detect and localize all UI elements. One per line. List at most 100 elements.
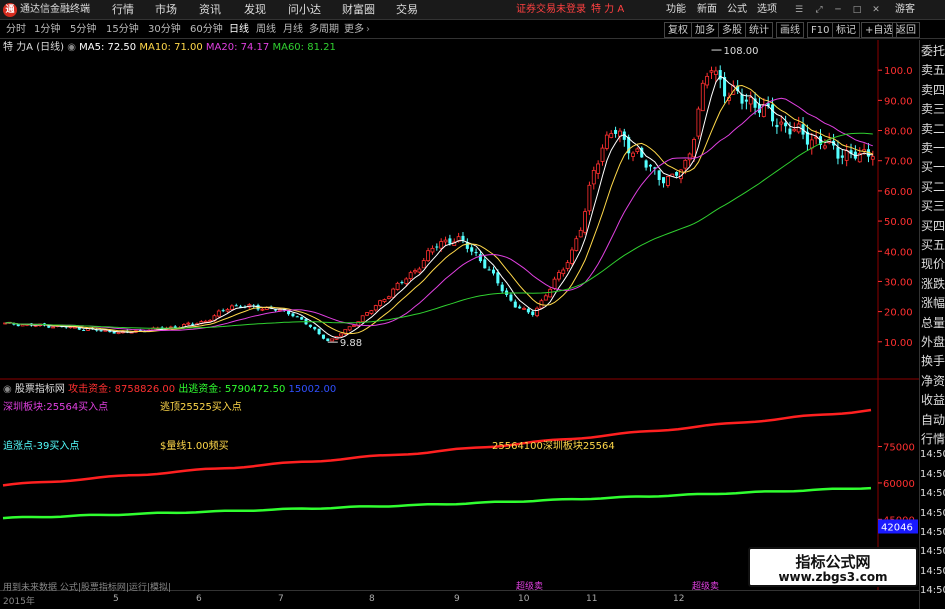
side-panel-item[interactable]: 自动 (920, 411, 945, 428)
side-panel-item[interactable]: 买二 (920, 178, 945, 195)
side-panel-item[interactable]: 现价 (920, 255, 945, 272)
menu-functions[interactable]: 功能 (666, 0, 686, 20)
app-logo-icon: 通 (3, 3, 17, 17)
side-panel-item[interactable]: 外盘 (920, 333, 945, 350)
side-panel-item[interactable]: 14:50 (920, 449, 945, 460)
side-panel-item[interactable]: 14:50 (920, 566, 945, 577)
period-5min[interactable]: 5分钟 (70, 21, 96, 39)
candle-body (360, 315, 365, 323)
side-panel-item[interactable]: 委托 (920, 42, 945, 59)
menu-formula[interactable]: 公式 (727, 0, 747, 20)
candle-body (840, 155, 844, 158)
menu-news[interactable]: 资讯 (199, 0, 221, 20)
menu-wealth-circle[interactable]: 财富圈 (342, 0, 375, 20)
candle-body (518, 306, 522, 309)
candle-body (692, 139, 696, 158)
side-panel-item[interactable]: 换手 (920, 352, 945, 369)
side-panel-item[interactable]: 14:50 (920, 546, 945, 557)
menu-ask-xiaoda[interactable]: 问小达 (288, 0, 321, 20)
period-daily[interactable]: 日线 (229, 21, 249, 39)
candle-body (208, 320, 213, 322)
side-panel-item[interactable]: 卖五 (920, 61, 945, 78)
close-icon[interactable]: ✕ (870, 4, 882, 16)
side-panel-item[interactable]: 14:50 (920, 527, 945, 538)
menu-list-icon[interactable]: ☰ (793, 4, 805, 16)
candle-body (478, 254, 482, 262)
legend-stock-name: 特 力A (3, 42, 34, 53)
candle-body (317, 328, 321, 335)
candle-body (487, 269, 491, 271)
candle-body (548, 288, 553, 298)
candlestick-chart[interactable]: 100.0 90.00 80.00 70.00 60.00 50.00 40.00 30.00… (0, 40, 919, 380)
candle-body (448, 238, 452, 244)
candle-body (461, 235, 465, 241)
period-more[interactable]: 更多 (344, 21, 364, 39)
side-panel-item[interactable]: 14:50 (920, 488, 945, 499)
menu-bar: 通 通达信金融终端 行情 市场 资讯 发现 问小达 财富圈 交易 证券交易未登录… (0, 0, 945, 20)
candle-body (600, 147, 605, 162)
timeline-label-8: 8 (369, 594, 375, 604)
side-panel-item[interactable]: 收益 (920, 391, 945, 408)
period-monthly[interactable]: 月线 (283, 21, 303, 39)
menu-market-quotes[interactable]: 行情 (112, 0, 134, 20)
f10-button[interactable]: F10 (807, 22, 834, 38)
site-watermark: 指标公式网 www.zbgs3.com (748, 547, 918, 587)
fullscreen-icon[interactable]: ⤢ (813, 4, 825, 16)
side-panel-item[interactable]: 买四 (920, 217, 945, 234)
menu-market[interactable]: 市场 (155, 0, 177, 20)
statistics-button[interactable]: 统计 (745, 22, 773, 38)
side-panel-item[interactable]: 买三 (920, 197, 945, 214)
candle-body (644, 160, 648, 168)
candle-body (870, 156, 875, 160)
side-panel-item[interactable]: 净资 (920, 372, 945, 389)
side-panel-item[interactable]: 买一 (920, 158, 945, 175)
indicator-settings-icon[interactable]: ◉ (3, 384, 12, 395)
candle-body (51, 326, 56, 329)
period-30min[interactable]: 30分钟 (148, 21, 181, 39)
multi-stock-button[interactable]: 多股 (718, 22, 746, 38)
login-warning[interactable]: 证券交易未登录 (516, 0, 586, 20)
side-panel-item[interactable]: 14:50 (920, 508, 945, 519)
menu-discover[interactable]: 发现 (244, 0, 266, 20)
adjust-button[interactable]: 复权 (664, 22, 692, 38)
side-panel-item[interactable]: 卖三 (920, 100, 945, 117)
period-60min[interactable]: 60分钟 (190, 21, 223, 39)
candle-body (578, 229, 583, 238)
menu-new-screen[interactable]: 新面 (697, 0, 717, 20)
side-panel-item[interactable]: 行情 (920, 430, 945, 447)
side-panel-item[interactable]: 卖一 (920, 139, 945, 156)
menu-options[interactable]: 选项 (757, 0, 777, 20)
candle-body (47, 326, 51, 328)
candle-body (221, 310, 225, 312)
candle-body (604, 134, 609, 149)
side-panel-item[interactable]: 买五 (920, 236, 945, 253)
draw-line-button[interactable]: 画线 (776, 22, 804, 38)
candle-body (836, 147, 840, 159)
period-15min[interactable]: 15分钟 (106, 21, 139, 39)
mark-button[interactable]: 标记 (832, 22, 860, 38)
period-multi[interactable]: 多周期 (309, 21, 339, 39)
side-panel-item[interactable]: 卖四 (920, 81, 945, 98)
side-panel-item[interactable]: 涨幅 (920, 294, 945, 311)
price-tick-label: 100.0 (884, 66, 913, 77)
period-intraday[interactable]: 分时 (6, 21, 26, 39)
overlay-button[interactable]: 加多 (691, 22, 719, 38)
candle-body (386, 296, 391, 299)
legend-settings-icon[interactable]: ◉ (67, 42, 76, 53)
candle-body (565, 262, 570, 269)
period-weekly[interactable]: 周线 (256, 21, 276, 39)
period-1min[interactable]: 1分钟 (34, 21, 60, 39)
more-chevron-icon[interactable]: › (366, 21, 370, 39)
restore-icon[interactable]: □ (851, 4, 863, 16)
candle-body (574, 238, 579, 251)
side-panel-item[interactable]: 卖二 (920, 120, 945, 137)
guest-user[interactable]: 游客 (895, 0, 915, 20)
side-panel-item[interactable]: 总量 (920, 314, 945, 331)
side-panel-item[interactable]: 14:50 (920, 585, 945, 596)
menu-trade[interactable]: 交易 (396, 0, 418, 20)
side-panel-item[interactable]: 14:50 (920, 469, 945, 480)
minimize-icon[interactable]: ─ (832, 4, 844, 16)
back-button[interactable]: 返回 (892, 22, 920, 38)
side-panel-item[interactable]: 涨跌 (920, 275, 945, 292)
candle-body (648, 164, 652, 167)
